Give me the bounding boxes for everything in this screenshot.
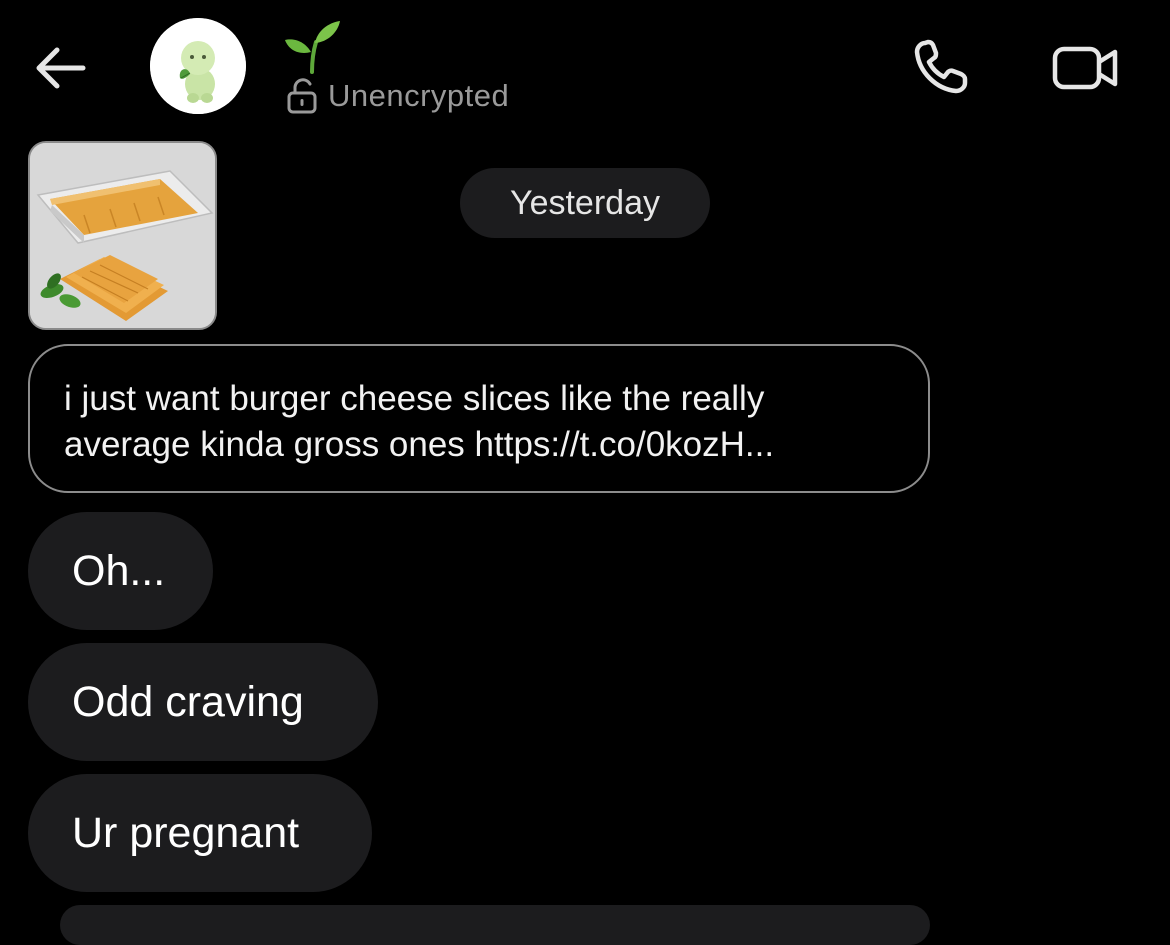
message-bubble[interactable]: Odd craving xyxy=(28,643,378,761)
back-button[interactable] xyxy=(30,40,90,96)
message-bubble[interactable]: Oh... xyxy=(28,512,213,630)
green-figurine-avatar xyxy=(150,18,246,114)
video-call-button[interactable] xyxy=(1048,38,1124,98)
unlocked-padlock-icon xyxy=(287,78,317,114)
message-bubble-partial[interactable] xyxy=(60,905,930,945)
audio-call-button[interactable] xyxy=(908,36,974,98)
message-text: Oh... xyxy=(72,546,166,595)
message-bubble[interactable]: Ur pregnant xyxy=(28,774,372,892)
encryption-status: Unencrypted xyxy=(286,76,509,116)
shared-link-message[interactable]: i just want burger cheese slices like th… xyxy=(28,344,930,493)
shared-image[interactable] xyxy=(28,141,217,330)
video-camera-icon xyxy=(1052,46,1118,90)
seedling-icon xyxy=(285,21,340,74)
message-text: Odd craving xyxy=(72,677,304,726)
contact-name-emoji[interactable] xyxy=(282,18,342,74)
cheese-slices-photo xyxy=(30,143,215,328)
encryption-label: Unencrypted xyxy=(328,78,510,113)
date-separator: Yesterday xyxy=(460,168,710,238)
message-text: Ur pregnant xyxy=(72,808,300,857)
phone-icon xyxy=(914,39,968,94)
avatar[interactable] xyxy=(150,18,246,114)
arrow-left-icon xyxy=(36,47,86,89)
